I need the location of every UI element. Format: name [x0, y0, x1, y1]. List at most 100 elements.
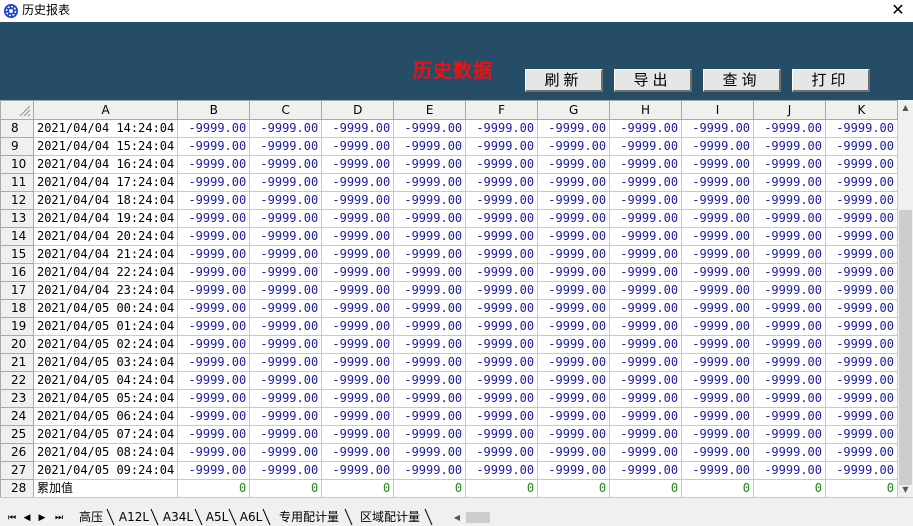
- data-grid[interactable]: ABCDEFGHIJK 8 2021/04/04 14:24:04 -9999.00…: [0, 100, 898, 497]
- value-cell[interactable]: -9999.00: [824, 155, 898, 174]
- value-cell[interactable]: -9999.00: [321, 245, 395, 264]
- value-cell[interactable]: -9999.00: [177, 281, 251, 300]
- value-cell[interactable]: -9999.00: [465, 335, 539, 354]
- value-cell[interactable]: -9999.00: [681, 191, 755, 210]
- value-cell[interactable]: -9999.00: [753, 335, 826, 354]
- value-cell[interactable]: -9999.00: [537, 155, 611, 174]
- value-cell[interactable]: -9999.00: [465, 155, 539, 174]
- sheet-tab[interactable]: 区域配计量: [350, 508, 430, 526]
- timestamp-cell[interactable]: 2021/04/05 09:24:04: [32, 461, 179, 480]
- value-cell[interactable]: -9999.00: [249, 335, 323, 354]
- value-cell[interactable]: -9999.00: [393, 317, 467, 336]
- column-header-e[interactable]: E: [393, 100, 467, 120]
- value-cell[interactable]: -9999.00: [321, 389, 395, 408]
- value-cell[interactable]: -9999.00: [177, 299, 251, 318]
- value-cell[interactable]: -9999.00: [753, 299, 826, 318]
- value-cell[interactable]: -9999.00: [824, 263, 898, 282]
- value-cell[interactable]: -9999.00: [537, 119, 611, 138]
- total-value-cell[interactable]: 0: [393, 479, 467, 497]
- value-cell[interactable]: -9999.00: [393, 389, 467, 408]
- row-header[interactable]: 19: [0, 317, 34, 336]
- value-cell[interactable]: -9999.00: [681, 281, 755, 300]
- value-cell[interactable]: -9999.00: [177, 155, 251, 174]
- value-cell[interactable]: -9999.00: [537, 263, 611, 282]
- value-cell[interactable]: -9999.00: [753, 407, 826, 426]
- value-cell[interactable]: -9999.00: [609, 335, 683, 354]
- timestamp-cell[interactable]: 2021/04/04 16:24:04: [32, 155, 179, 174]
- value-cell[interactable]: -9999.00: [465, 173, 539, 192]
- value-cell[interactable]: -9999.00: [537, 281, 611, 300]
- row-header[interactable]: 21: [0, 353, 34, 372]
- row-header[interactable]: 24: [0, 407, 34, 426]
- vertical-scrollbar[interactable]: ▲ ▼: [898, 100, 913, 497]
- value-cell[interactable]: -9999.00: [321, 119, 395, 138]
- value-cell[interactable]: -9999.00: [249, 227, 323, 246]
- timestamp-cell[interactable]: 2021/04/04 22:24:04: [32, 263, 179, 282]
- value-cell[interactable]: -9999.00: [393, 137, 467, 156]
- value-cell[interactable]: -9999.00: [609, 173, 683, 192]
- total-value-cell[interactable]: 0: [177, 479, 251, 497]
- value-cell[interactable]: -9999.00: [537, 137, 611, 156]
- value-cell[interactable]: -9999.00: [681, 317, 755, 336]
- value-cell[interactable]: -9999.00: [393, 245, 467, 264]
- value-cell[interactable]: -9999.00: [249, 407, 323, 426]
- value-cell[interactable]: -9999.00: [321, 281, 395, 300]
- value-cell[interactable]: -9999.00: [393, 299, 467, 318]
- value-cell[interactable]: -9999.00: [249, 353, 323, 372]
- value-cell[interactable]: -9999.00: [393, 425, 467, 444]
- value-cell[interactable]: -9999.00: [393, 173, 467, 192]
- value-cell[interactable]: -9999.00: [465, 191, 539, 210]
- value-cell[interactable]: -9999.00: [321, 173, 395, 192]
- export-button[interactable]: 导出: [614, 69, 692, 92]
- value-cell[interactable]: -9999.00: [681, 425, 755, 444]
- column-header-j[interactable]: J: [753, 100, 826, 120]
- value-cell[interactable]: -9999.00: [753, 389, 826, 408]
- value-cell[interactable]: -9999.00: [753, 281, 826, 300]
- timestamp-cell[interactable]: 2021/04/05 00:24:04: [32, 299, 179, 318]
- select-all-corner[interactable]: [0, 100, 34, 120]
- value-cell[interactable]: -9999.00: [753, 245, 826, 264]
- value-cell[interactable]: -9999.00: [609, 263, 683, 282]
- value-cell[interactable]: -9999.00: [609, 191, 683, 210]
- timestamp-cell[interactable]: 2021/04/04 17:24:04: [32, 173, 179, 192]
- value-cell[interactable]: -9999.00: [753, 443, 826, 462]
- value-cell[interactable]: -9999.00: [393, 281, 467, 300]
- timestamp-cell[interactable]: 2021/04/04 21:24:04: [32, 245, 179, 264]
- value-cell[interactable]: -9999.00: [249, 281, 323, 300]
- value-cell[interactable]: -9999.00: [321, 443, 395, 462]
- value-cell[interactable]: -9999.00: [393, 119, 467, 138]
- value-cell[interactable]: -9999.00: [249, 173, 323, 192]
- column-header-d[interactable]: D: [321, 100, 395, 120]
- vertical-scroll-thumb[interactable]: [899, 210, 912, 485]
- value-cell[interactable]: -9999.00: [177, 263, 251, 282]
- value-cell[interactable]: -9999.00: [681, 263, 755, 282]
- timestamp-cell[interactable]: 2021/04/04 14:24:04: [32, 119, 179, 138]
- value-cell[interactable]: -9999.00: [537, 299, 611, 318]
- column-header-c[interactable]: C: [249, 100, 323, 120]
- row-header[interactable]: 12: [0, 191, 34, 210]
- value-cell[interactable]: -9999.00: [681, 443, 755, 462]
- value-cell[interactable]: -9999.00: [465, 227, 539, 246]
- value-cell[interactable]: -9999.00: [753, 209, 826, 228]
- total-value-cell[interactable]: 0: [609, 479, 683, 497]
- value-cell[interactable]: -9999.00: [681, 245, 755, 264]
- value-cell[interactable]: -9999.00: [177, 335, 251, 354]
- value-cell[interactable]: -9999.00: [753, 353, 826, 372]
- row-header[interactable]: 9: [0, 137, 34, 156]
- value-cell[interactable]: -9999.00: [177, 173, 251, 192]
- row-header[interactable]: 17: [0, 281, 34, 300]
- value-cell[interactable]: -9999.00: [537, 461, 611, 480]
- value-cell[interactable]: -9999.00: [393, 209, 467, 228]
- scroll-up-icon[interactable]: ▲: [898, 100, 913, 115]
- value-cell[interactable]: -9999.00: [393, 371, 467, 390]
- value-cell[interactable]: -9999.00: [681, 119, 755, 138]
- value-cell[interactable]: -9999.00: [537, 209, 611, 228]
- value-cell[interactable]: -9999.00: [393, 191, 467, 210]
- value-cell[interactable]: -9999.00: [177, 371, 251, 390]
- timestamp-cell[interactable]: 2021/04/05 07:24:04: [32, 425, 179, 444]
- value-cell[interactable]: -9999.00: [177, 443, 251, 462]
- value-cell[interactable]: -9999.00: [609, 317, 683, 336]
- scroll-down-icon[interactable]: ▼: [898, 482, 913, 497]
- horizontal-scroll-thumb[interactable]: [466, 512, 490, 523]
- value-cell[interactable]: -9999.00: [537, 335, 611, 354]
